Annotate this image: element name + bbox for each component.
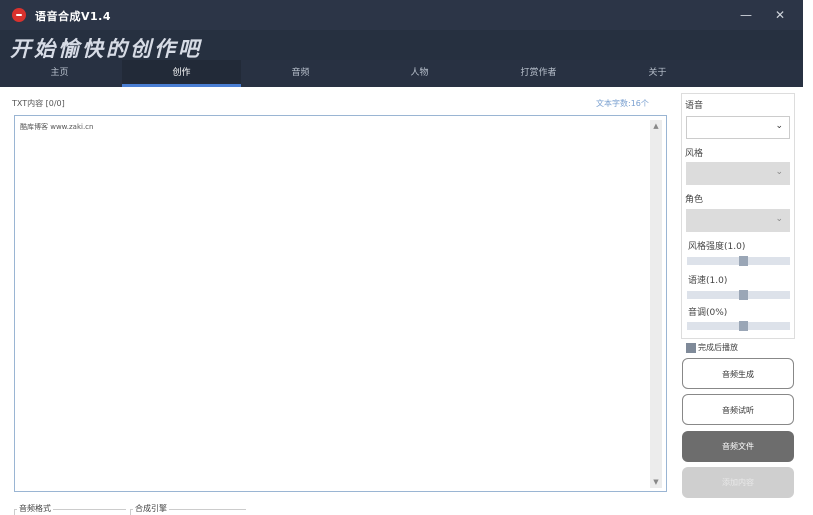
tab-home[interactable]: 主页 — [0, 60, 119, 87]
settings-panel: 语音 ⌄ 风格 ⌄ 角色 ⌄ 风格强度(1.0) 语速(1.0) 音调(0%) — [681, 93, 795, 339]
char-count: 文本字数:16个 — [596, 99, 649, 108]
audio-format-label: 音频格式 — [17, 503, 53, 514]
editor-content[interactable]: 酷库博客 www.zaki.cn — [20, 122, 93, 132]
scroll-down-icon[interactable]: ▼ — [650, 476, 662, 488]
tab-about[interactable]: 关于 — [598, 60, 717, 87]
slider-thumb[interactable] — [739, 256, 748, 266]
voice-label: 语音 — [685, 101, 704, 111]
style-strength-slider[interactable] — [687, 256, 790, 266]
audio-file-button[interactable]: 音频文件 — [682, 431, 794, 462]
app-title: 语音合成V1.4 — [35, 10, 111, 23]
pitch-slider[interactable] — [687, 321, 790, 331]
speed-label: 语速(1.0) — [688, 276, 728, 286]
chevron-down-icon: ⌄ — [775, 167, 783, 177]
engine-label: 合成引擎 — [133, 503, 169, 514]
tab-audio[interactable]: 音频 — [241, 60, 360, 87]
app-logo-icon — [12, 8, 26, 22]
text-editor[interactable]: 酷库博客 www.zaki.cn ▲ ▼ — [14, 115, 667, 492]
tab-create[interactable]: 创作 — [122, 60, 241, 87]
style-strength-label: 风格强度(1.0) — [688, 242, 746, 252]
title-bar: 语音合成V1.4 — ✕ — [0, 0, 803, 30]
close-button[interactable]: ✕ — [771, 6, 789, 24]
slogan: 开始愉快的创作吧 — [10, 36, 202, 61]
scroll-up-icon[interactable]: ▲ — [650, 120, 662, 132]
nav-bar: 主页 创作 音频 人物 打赏作者 关于 — [0, 60, 803, 87]
voice-select[interactable]: ⌄ — [686, 116, 790, 139]
txt-content-label: TXT内容 [0/0] — [12, 99, 65, 108]
chevron-down-icon: ⌄ — [775, 214, 783, 224]
auto-play-checkbox[interactable] — [686, 343, 696, 353]
tab-donate[interactable]: 打赏作者 — [479, 60, 598, 87]
auto-play-label: 完成后播放 — [698, 343, 738, 352]
speed-slider[interactable] — [687, 290, 790, 300]
preview-audio-button[interactable]: 音频试听 — [682, 394, 794, 425]
chevron-down-icon: ⌄ — [775, 121, 783, 131]
pitch-label: 音调(0%) — [688, 308, 728, 318]
slider-thumb[interactable] — [739, 290, 748, 300]
banner: 开始愉快的创作吧 — [0, 30, 803, 61]
style-label: 风格 — [685, 149, 704, 159]
minimize-button[interactable]: — — [737, 6, 755, 24]
add-content-button[interactable]: 添加内容 — [682, 467, 794, 498]
slider-thumb[interactable] — [739, 321, 748, 331]
role-select[interactable]: ⌄ — [686, 209, 790, 232]
generate-audio-button[interactable]: 音频生成 — [682, 358, 794, 389]
editor-scrollbar[interactable]: ▲ ▼ — [650, 120, 662, 488]
tab-characters[interactable]: 人物 — [360, 60, 479, 87]
role-label: 角色 — [685, 195, 704, 205]
style-select[interactable]: ⌄ — [686, 162, 790, 185]
